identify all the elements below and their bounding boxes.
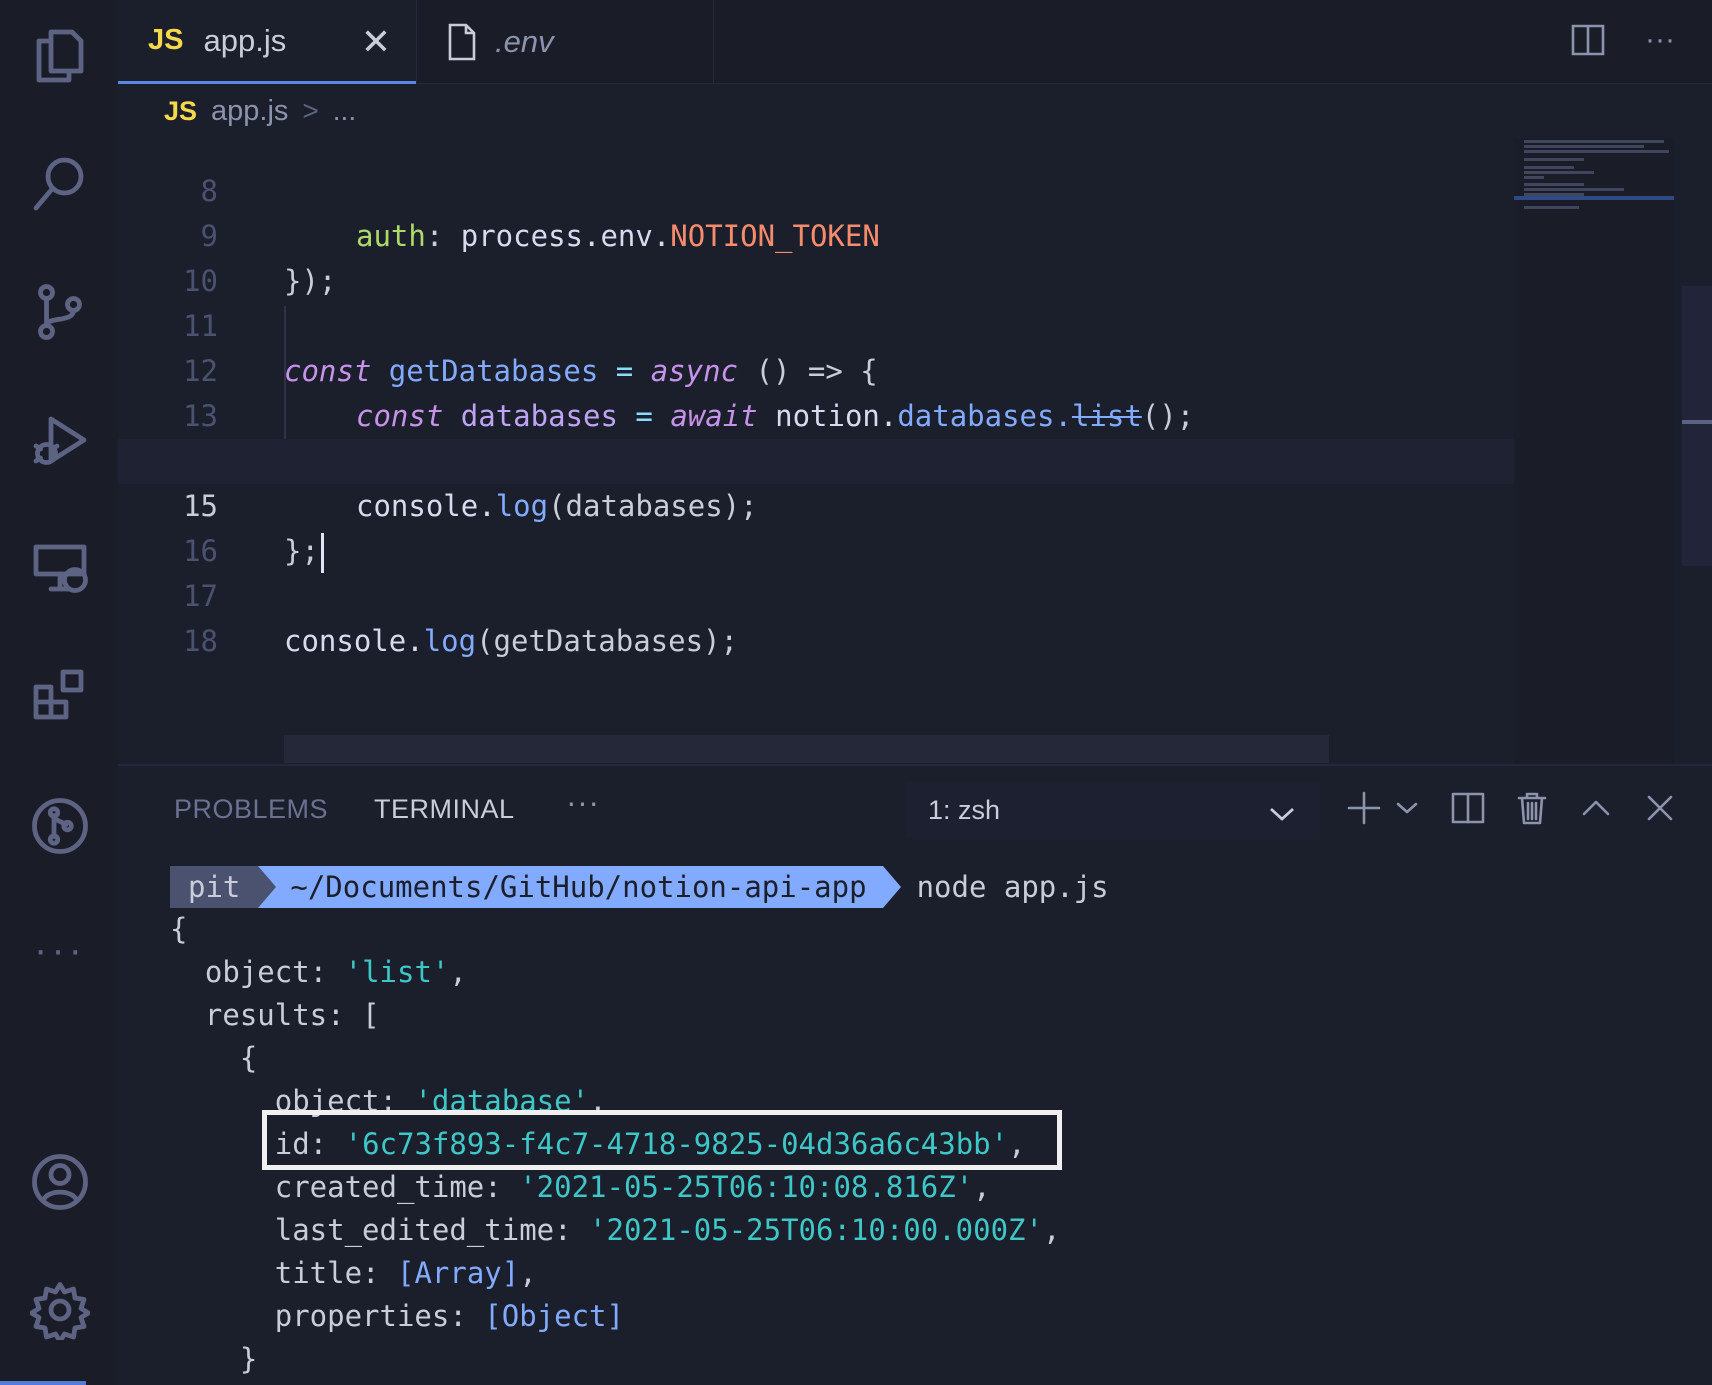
code-line[interactable]: 13 [118, 349, 1514, 433]
accounts-icon[interactable] [24, 1146, 96, 1218]
code-line[interactable]: 18 [118, 574, 1514, 658]
chevron-right-icon: > [302, 95, 319, 126]
terminal-line: } [170, 1342, 258, 1376]
code-line[interactable]: 11 const getDatabases = async () => { [118, 259, 1514, 388]
code-line[interactable]: 9 }); [118, 169, 1514, 298]
split-editor-icon[interactable] [1566, 18, 1610, 62]
vertical-scrollbar[interactable] [1674, 138, 1712, 764]
line-number: 18 [183, 624, 218, 658]
code-line[interactable]: 12 const databases = await notion.databa… [118, 304, 1514, 433]
breadcrumb: JS app.js > ... [118, 84, 1712, 138]
code-line[interactable]: 10 [118, 214, 1514, 298]
file-icon [447, 23, 477, 61]
breadcrumb-more[interactable]: ... [333, 95, 356, 127]
terminal-select[interactable]: 1: zsh [906, 782, 1320, 838]
code-line[interactable]: 8 auth: process.env.NOTION_TOKEN [118, 138, 1514, 253]
panel-actions [1340, 784, 1700, 832]
run-debug-icon[interactable] [24, 404, 96, 476]
breadcrumb-file[interactable]: app.js [211, 95, 288, 128]
js-file-icon: JS [164, 95, 198, 126]
extensions-icon[interactable] [24, 660, 96, 732]
explorer-icon[interactable] [24, 20, 96, 92]
activity-bar: ··· [0, 0, 118, 1385]
terminal-line-id: id: '6c73f893-f4c7-4718-9825-04d36a6c43b… [170, 1127, 1026, 1161]
tab-label: .env [495, 24, 554, 59]
terminal-line: { [170, 1041, 258, 1075]
terminal-line: results: [ [170, 998, 380, 1032]
tab-problems[interactable]: PROBLEMS [174, 794, 328, 825]
tab-terminal[interactable]: TERMINAL [374, 794, 515, 825]
chevron-up-icon[interactable] [1572, 784, 1620, 832]
tab-env[interactable]: .env [416, 0, 714, 84]
terminal-line: object: 'list', [170, 955, 467, 989]
source-control-icon[interactable] [24, 276, 96, 348]
code-editor[interactable]: 8 auth: process.env.NOTION_TOKEN 9 }); 1… [118, 138, 1712, 764]
panel-tab-bar: PROBLEMS TERMINAL ··· 1: zsh [118, 766, 1712, 854]
scrollbar-cursor-marker [1682, 420, 1712, 424]
more-icon[interactable]: ··· [24, 930, 96, 990]
close-icon[interactable]: ✕ [356, 22, 396, 62]
terminal-line: object: 'database', [170, 1084, 607, 1118]
settings-gear-icon[interactable] [24, 1274, 96, 1346]
chevron-down-icon [1268, 800, 1296, 821]
active-indicator [0, 1381, 86, 1385]
search-icon[interactable] [24, 148, 96, 220]
minimap[interactable] [1514, 138, 1674, 764]
terminal-line: { [170, 912, 188, 946]
horizontal-scrollbar[interactable] [284, 735, 1329, 763]
terminal-line: title: [Array], [170, 1256, 537, 1290]
remote-explorer-icon[interactable] [24, 532, 96, 604]
prompt-command: node app.js [916, 870, 1109, 904]
terminal-select-value: 1: zsh [928, 794, 1001, 825]
code-line[interactable]: 14 console.log(databases); [118, 394, 1514, 523]
code-line[interactable]: 17 console.log(getDatabases); [118, 529, 1514, 658]
bottom-panel: PROBLEMS TERMINAL ··· 1: zsh pit ~/Docum… [118, 764, 1712, 1385]
prompt-path: ~/Documents/GitHub/notion-api-app [258, 866, 901, 908]
tab-label: app.js [203, 22, 287, 58]
git-graph-icon[interactable] [24, 790, 96, 862]
prompt-user: pit [170, 866, 277, 908]
more-actions-icon[interactable]: ··· [1638, 18, 1682, 62]
editor-tab-bar: JS app.js ✕ .env ··· [118, 0, 1712, 84]
split-terminal-icon[interactable] [1444, 784, 1492, 832]
js-file-icon: JS [148, 24, 184, 56]
code-line[interactable]: 16 [118, 484, 1514, 568]
new-terminal-plus-icon[interactable] [1340, 784, 1388, 832]
terminal-line: last_edited_time: '2021-05-25T06:10:00.0… [170, 1213, 1061, 1247]
terminal-line: properties: [Object] [170, 1299, 624, 1333]
close-panel-icon[interactable] [1636, 784, 1684, 832]
shell-prompt: pit ~/Documents/GitHub/notion-api-app no… [170, 866, 1109, 908]
scrollbar-thumb[interactable] [1682, 286, 1712, 566]
panel-more-icon[interactable]: ··· [566, 784, 599, 821]
code-line-current[interactable]: 15 }; [118, 439, 1514, 573]
chevron-down-icon[interactable] [1392, 784, 1422, 832]
trash-icon[interactable] [1508, 784, 1556, 832]
terminal-output[interactable]: pit ~/Documents/GitHub/notion-api-app no… [118, 854, 1712, 1385]
editor-actions: ··· [1566, 18, 1682, 62]
terminal-line: created_time: '2021-05-25T06:10:08.816Z'… [170, 1170, 991, 1204]
tab-app-js[interactable]: JS app.js ✕ [118, 0, 416, 84]
